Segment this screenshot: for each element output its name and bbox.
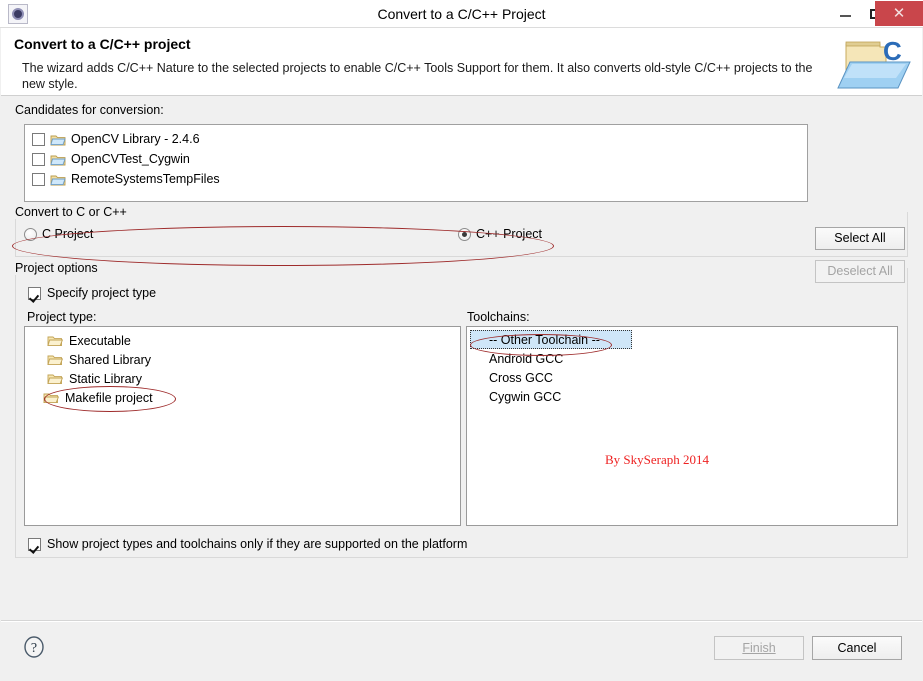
project-folder-icon	[50, 153, 66, 166]
radio-c-project-indicator[interactable]	[24, 227, 37, 241]
candidates-label: Candidates for conversion:	[15, 103, 164, 117]
window-title: Convert to a C/C++ Project	[377, 6, 546, 22]
list-item-label: Shared Library	[69, 352, 151, 367]
close-icon: ✕	[892, 5, 906, 22]
dialog-body: Candidates for conversion: OpenCV Librar…	[1, 96, 922, 621]
show-supported-only-label: Show project types and toolchains only i…	[47, 537, 468, 551]
convert-to-cpp-project-dialog: Convert to a C/C++ Project ✕ Convert to …	[0, 0, 923, 681]
radio-cpp-project[interactable]: C++ Project	[458, 227, 542, 241]
toolchain-item-other[interactable]: -- Other Toolchain --	[470, 330, 632, 349]
project-folder-icon	[50, 133, 66, 146]
toolchain-item-android-gcc[interactable]: Android GCC	[467, 349, 897, 368]
folder-icon	[43, 391, 60, 404]
page-description: The wizard adds C/C++ Nature to the sele…	[22, 61, 813, 91]
convert-group-label: Convert to C or C++	[15, 205, 131, 219]
convert-radio-row: C Project C++ Project	[15, 227, 908, 253]
specify-project-type-checkbox-row[interactable]: Specify project type	[28, 286, 156, 300]
list-item[interactable]: Executable	[25, 331, 460, 350]
candidate-label: OpenCV Library - 2.4.6	[71, 132, 200, 146]
candidate-label: OpenCVTest_Cygwin	[71, 152, 190, 166]
specify-project-type-checkbox[interactable]	[28, 286, 41, 300]
minimize-icon	[840, 15, 851, 17]
list-item-label: Makefile project	[65, 390, 153, 405]
candidate-row[interactable]: RemoteSystemsTempFiles	[25, 169, 807, 189]
toolchain-item-label: -- Other Toolchain --	[489, 332, 600, 347]
list-item-label: Static Library	[69, 371, 142, 386]
page-title: Convert to a C/C++ project	[14, 36, 191, 52]
watermark-text: By SkySeraph 2014	[605, 452, 709, 467]
radio-cpp-project-indicator[interactable]	[458, 227, 471, 241]
show-supported-only-checkbox-row[interactable]: Show project types and toolchains only i…	[28, 537, 467, 551]
radio-c-project-label: C Project	[42, 227, 94, 241]
candidate-checkbox[interactable]	[32, 132, 45, 146]
project-folder-icon	[50, 173, 66, 186]
candidate-checkbox[interactable]	[32, 172, 45, 186]
specify-project-type-label: Specify project type	[47, 286, 157, 300]
radio-cpp-project-label: C++ Project	[476, 227, 543, 241]
toolchains-list[interactable]: -- Other Toolchain -- Android GCC Cross …	[466, 326, 898, 526]
candidates-list[interactable]: OpenCV Library - 2.4.6 OpenCVTest_Cygwin	[24, 124, 808, 202]
toolchain-item-cross-gcc[interactable]: Cross GCC	[467, 368, 897, 387]
list-item-label: Executable	[69, 333, 131, 348]
close-button[interactable]: ✕	[875, 1, 923, 26]
list-item[interactable]: Makefile project	[25, 388, 460, 407]
show-supported-only-checkbox[interactable]	[28, 537, 41, 551]
finish-button: Finish	[714, 636, 804, 660]
project-type-list[interactable]: Executable Shared Library Static Library…	[24, 326, 461, 526]
candidate-checkbox[interactable]	[32, 152, 45, 166]
list-item[interactable]: Shared Library	[25, 350, 460, 369]
list-item[interactable]: Static Library	[25, 369, 460, 388]
c-project-folder-icon: C	[836, 34, 914, 92]
toolchain-item-cygwin-gcc[interactable]: Cygwin GCC	[467, 387, 897, 406]
candidate-row[interactable]: OpenCV Library - 2.4.6	[25, 129, 807, 149]
minimize-button[interactable]	[830, 0, 860, 27]
toolchain-item-label: Android GCC	[489, 351, 564, 366]
wizard-header: Convert to a C/C++ project The wizard ad…	[1, 28, 922, 96]
project-type-label: Project type:	[27, 310, 97, 324]
toolchain-item-label: Cross GCC	[489, 370, 553, 385]
finish-button-label: Finish	[742, 641, 776, 655]
svg-text:?: ?	[31, 641, 37, 656]
candidate-row[interactable]: OpenCVTest_Cygwin	[25, 149, 807, 169]
folder-icon	[47, 334, 64, 347]
candidate-label: RemoteSystemsTempFiles	[71, 172, 220, 186]
cancel-button[interactable]: Cancel	[812, 636, 902, 660]
folder-icon	[47, 372, 64, 385]
folder-icon	[47, 353, 64, 366]
help-question-icon[interactable]: ?	[23, 636, 45, 658]
project-options-group-label: Project options	[15, 261, 102, 275]
toolchain-item-label: Cygwin GCC	[489, 389, 562, 404]
cancel-button-label: Cancel	[837, 641, 877, 655]
radio-c-project[interactable]: C Project	[24, 227, 93, 241]
window-titlebar: Convert to a C/C++ Project ✕	[0, 0, 923, 28]
toolchains-label: Toolchains:	[467, 310, 530, 324]
